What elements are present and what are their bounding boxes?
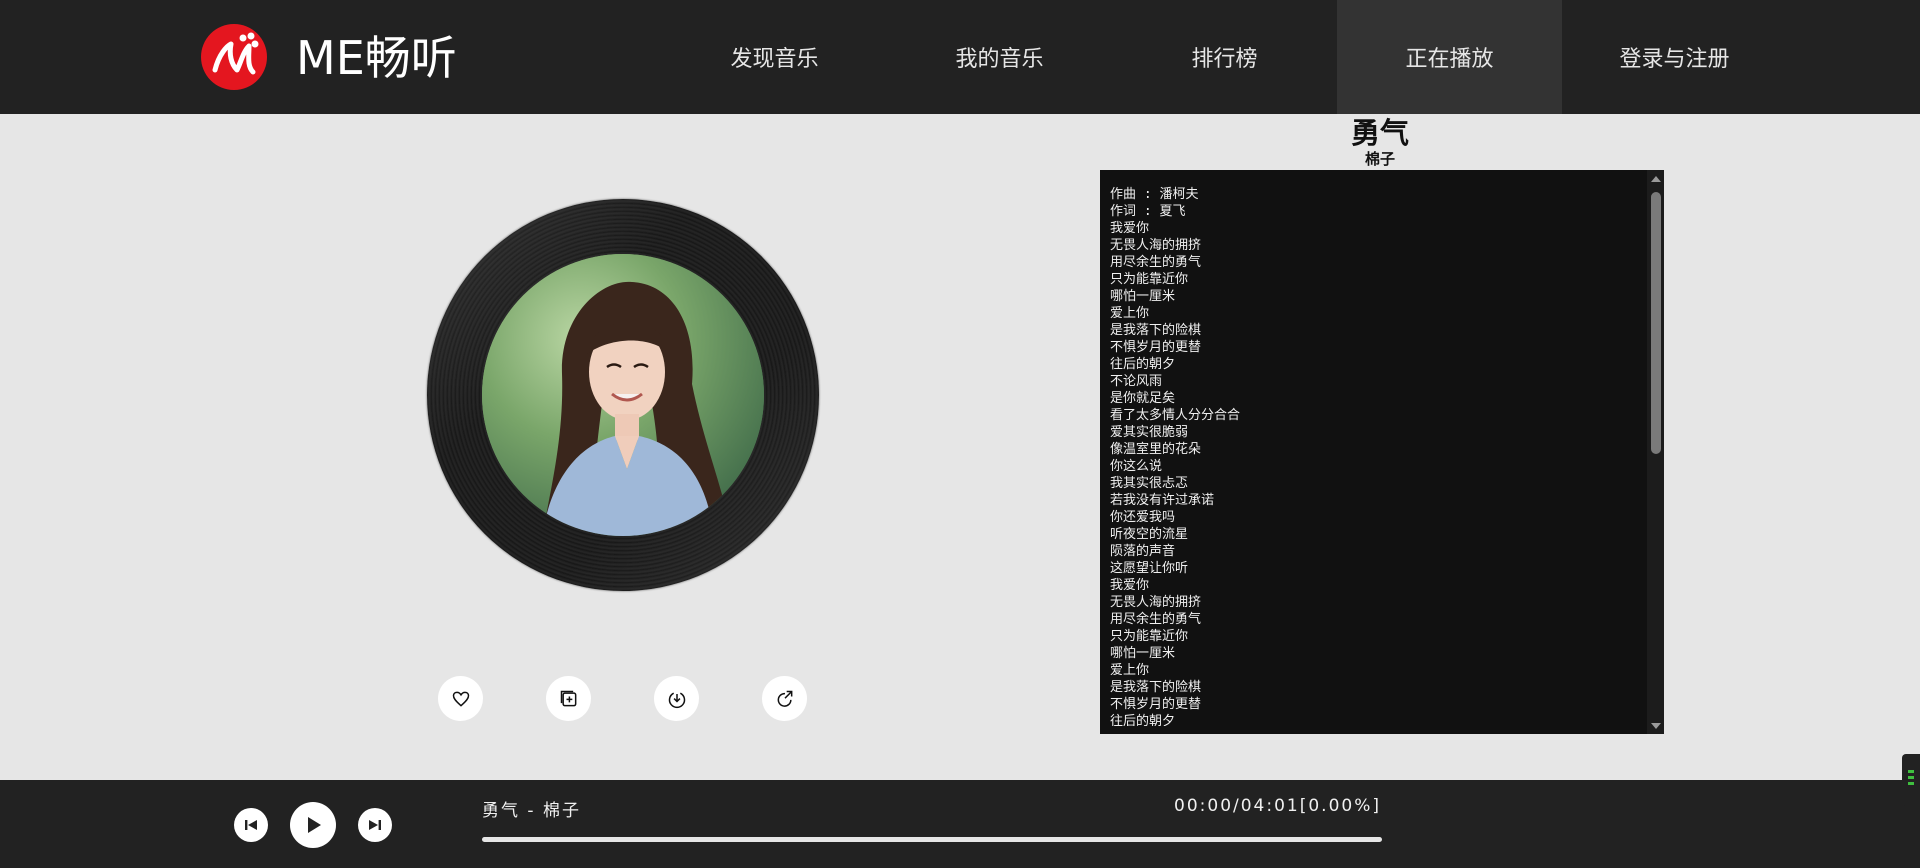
now-playing-track: 勇气 - 棉子 [482,801,581,821]
download-icon [668,691,685,708]
nav-charts[interactable]: 排行榜 [1112,0,1337,114]
side-widget[interactable] [1902,754,1920,806]
next-button[interactable] [358,808,392,842]
lyric-line: 我其实很忐忑 [1110,476,1189,491]
lyric-line: 你这么说 [1110,459,1163,474]
lyric-line: 爱其实很脆弱 [1110,425,1189,440]
lyric-line: 作词 : 夏飞 [1110,204,1186,219]
lyric-line: 用尽余生的勇气 [1110,612,1202,627]
lyric-line: 若我没有许过承诺 [1110,493,1215,508]
lyric-line: 是我落下的险棋 [1110,680,1202,695]
lyric-line: 不惧岁月的更替 [1110,340,1202,355]
lyric-line: 是我落下的险棋 [1110,323,1202,338]
lyric-line: 这愿望让你听 [1110,561,1189,576]
cover-portrait-image [482,254,764,536]
progress-bar[interactable] [482,837,1382,842]
playback-time: 00:00/04:01[0.00%] [1174,796,1381,816]
lyric-line: 用尽余生的勇气 [1110,255,1202,270]
song-artist: 棉子 [1364,150,1395,168]
lyric-line: 不论风雨 [1110,374,1163,389]
lyric-line: 是你就足矣 [1110,391,1176,406]
album-cover [482,254,764,536]
lyric-line: 听夜空的流星 [1110,527,1189,542]
lyrics-scrollbar[interactable] [1647,170,1664,734]
add-to-playlist-button[interactable] [546,676,591,721]
add-to-playlist-icon [560,690,576,706]
download-button[interactable] [654,676,699,721]
nav-now-playing[interactable]: 正在播放 [1337,0,1562,114]
lyric-line: 爱上你 [1110,663,1150,678]
lyric-line: 爱上你 [1110,306,1150,321]
lyric-line: 只为能靠近你 [1110,629,1189,644]
scroll-down-arrow-icon[interactable] [1647,717,1664,734]
app-logo[interactable] [201,24,267,90]
nav-discover-music[interactable]: 发现音乐 [662,0,887,114]
lyric-line: 看了太多情人分分合合 [1110,408,1241,423]
lyric-line: 我爱你 [1110,578,1150,593]
lyrics-panel[interactable]: 作曲 : 潘柯夫 作词 : 夏飞 我爱你 无畏人海的拥挤 用尽余生的勇气 只为能靠近你 哪怕… [1100,170,1664,734]
nav-my-music[interactable]: 我的音乐 [887,0,1112,114]
previous-button[interactable] [234,808,268,842]
logo-icon [212,32,259,75]
scroll-up-arrow-icon[interactable] [1647,170,1664,187]
app-name[interactable]: ME畅听 [296,28,457,88]
play-icon [308,817,321,833]
player-bar: 勇气 - 棉子 00:00/04:01[0.00%] [0,780,1920,868]
like-button[interactable] [438,676,483,721]
lyric-line: 像温室里的花朵 [1110,442,1202,457]
lyric-line: 我爱你 [1110,221,1150,236]
lyric-line: 往后的朝夕 [1110,357,1176,372]
lyric-line: 不惧岁月的更替 [1110,697,1202,712]
skip-previous-icon [245,820,257,830]
play-button[interactable] [290,802,336,848]
vinyl-record [427,199,819,591]
nav-login-register[interactable]: 登录与注册 [1562,0,1787,114]
lyric-line: 只为能靠近你 [1110,272,1189,287]
scrollbar-thumb[interactable] [1651,192,1661,454]
skip-next-icon [369,820,381,830]
song-title: 勇气 [1350,116,1409,150]
heart-icon [452,691,469,707]
lyric-line: 陨落的声音 [1110,544,1176,559]
lyric-line: 哪怕一厘米 [1110,289,1176,304]
lyric-line: 作曲 : 潘柯夫 [1110,187,1199,202]
lyrics-text: 作曲 : 潘柯夫 作词 : 夏飞 我爱你 无畏人海的拥挤 用尽余生的勇气 只为能靠近你 哪怕… [1110,186,1630,726]
lyric-line: 你还爱我吗 [1110,510,1176,525]
share-button[interactable] [762,676,807,721]
main-nav: 发现音乐 我的音乐 排行榜 正在播放 登录与注册 [662,0,1787,114]
lyric-line: 往后的朝夕 [1110,714,1176,726]
lyric-line: 无畏人海的拥挤 [1110,238,1202,253]
top-header: ME畅听 发现音乐 我的音乐 排行榜 正在播放 登录与注册 [0,0,1920,114]
share-icon [777,690,792,707]
lyric-line: 哪怕一厘米 [1110,646,1176,661]
lyric-line: 无畏人海的拥挤 [1110,595,1202,610]
